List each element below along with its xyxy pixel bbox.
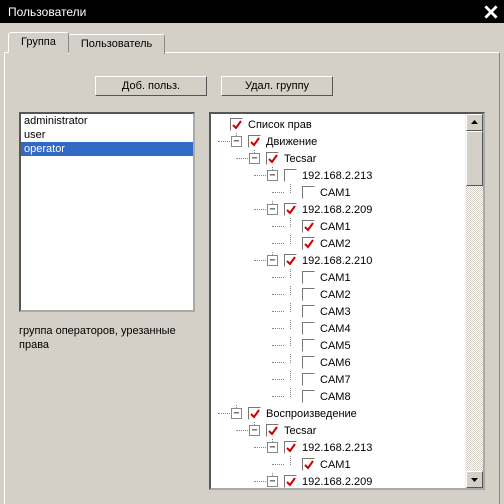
tree-expander (285, 459, 296, 470)
tree-expander[interactable]: − (267, 204, 278, 215)
tree-checkbox[interactable] (266, 152, 279, 165)
tree-checkbox[interactable] (302, 186, 315, 199)
window-title: Пользователи (8, 5, 86, 19)
chevron-down-icon (471, 476, 478, 483)
tree-expander[interactable]: − (267, 476, 278, 487)
tree-expander (285, 272, 296, 283)
tree-node-label[interactable]: Воспроизведение (264, 408, 359, 420)
scroll-up-button[interactable] (466, 114, 483, 131)
tree-expander (285, 391, 296, 402)
tree-node-label[interactable]: CAM4 (318, 323, 353, 335)
tree-expander (285, 340, 296, 351)
tree-node-label[interactable]: Tecsar (282, 425, 318, 437)
tree-checkbox[interactable] (284, 254, 297, 267)
tree-expander[interactable]: − (249, 425, 260, 436)
tree-checkbox[interactable] (302, 458, 315, 471)
tree-node-label[interactable]: CAM1 (318, 459, 353, 471)
add-user-button[interactable]: Доб. польз. (95, 76, 207, 96)
tree-checkbox[interactable] (302, 322, 315, 335)
tree-checkbox[interactable] (302, 220, 315, 233)
tree-expander[interactable]: − (267, 442, 278, 453)
tree-checkbox[interactable] (230, 118, 243, 131)
add-user-button-label: Доб. польз. (122, 80, 180, 92)
tree-node-label[interactable]: CAM6 (318, 357, 353, 369)
tree-node-label[interactable]: CAM2 (318, 238, 353, 250)
title-bar: Пользователи (0, 0, 504, 23)
tree-checkbox[interactable] (302, 356, 315, 369)
scroll-down-button[interactable] (466, 471, 483, 488)
tree-node-label[interactable]: 192.168.2.213 (300, 170, 374, 182)
left-column: administratoruseroperator группа операто… (19, 112, 195, 490)
tree-expander (285, 374, 296, 385)
close-button[interactable] (482, 3, 500, 21)
group-listbox[interactable]: administratoruseroperator (19, 112, 195, 312)
tree-node-label[interactable]: 192.168.2.213 (300, 442, 374, 454)
tree-node-label[interactable]: 192.168.2.209 (300, 476, 374, 488)
tab-group[interactable]: Группа (8, 32, 69, 53)
tree-node-label[interactable]: 192.168.2.210 (300, 255, 374, 267)
tree-checkbox[interactable] (302, 288, 315, 301)
tree-node-label[interactable]: CAM1 (318, 272, 353, 284)
tree-expander (285, 221, 296, 232)
tree-expander (285, 238, 296, 249)
permissions-panel: Список прав−Движение−Tecsar−192.168.2.21… (209, 112, 485, 490)
tree-expander (285, 187, 296, 198)
tab-strip: Группа Пользователь (8, 31, 504, 52)
tree-checkbox[interactable] (284, 169, 297, 182)
tab-user[interactable]: Пользователь (68, 34, 165, 54)
tree-node-label[interactable]: CAM2 (318, 289, 353, 301)
tree-node-label[interactable]: CAM5 (318, 340, 353, 352)
tab-panel: Доб. польз. Удал. группу administratorus… (4, 52, 500, 504)
tree-expander (285, 323, 296, 334)
tab-group-label: Группа (21, 36, 56, 48)
tree-node-label[interactable]: CAM8 (318, 391, 353, 403)
tree-expander (285, 357, 296, 368)
tree-checkbox[interactable] (284, 203, 297, 216)
tree-expander[interactable]: − (249, 153, 260, 164)
tree-checkbox[interactable] (302, 390, 315, 403)
tree-expander (213, 119, 224, 130)
chevron-up-icon (471, 119, 478, 126)
delete-group-button[interactable]: Удал. группу (221, 76, 333, 96)
vertical-scrollbar[interactable] (465, 114, 483, 488)
group-list-item[interactable]: administrator (21, 114, 193, 128)
tree-expander[interactable]: − (267, 170, 278, 181)
delete-group-button-label: Удал. группу (245, 80, 309, 92)
tree-expander[interactable]: − (231, 408, 242, 419)
group-list-item[interactable]: operator (21, 142, 193, 156)
tree-node-label[interactable]: Движение (264, 136, 319, 148)
tree-checkbox[interactable] (248, 135, 261, 148)
group-description: группа операторов, урезанные права (19, 324, 195, 352)
tree-expander (285, 306, 296, 317)
users-dialog: Пользователи Группа Пользователь Доб. по… (0, 0, 504, 504)
tree-expander[interactable]: − (267, 255, 278, 266)
tree-node-label[interactable]: Список прав (246, 119, 314, 131)
tree-checkbox[interactable] (302, 271, 315, 284)
scrollbar-thumb[interactable] (466, 131, 483, 186)
button-row: Доб. польз. Удал. группу (95, 76, 485, 96)
tree-expander[interactable]: − (231, 136, 242, 147)
tree-node-label[interactable]: CAM1 (318, 187, 353, 199)
tree-node-label[interactable]: CAM7 (318, 374, 353, 386)
tree-checkbox[interactable] (284, 475, 297, 488)
tree-expander (285, 289, 296, 300)
close-icon (484, 5, 498, 19)
tree-checkbox[interactable] (302, 237, 315, 250)
tree-checkbox[interactable] (302, 339, 315, 352)
group-list-item[interactable]: user (21, 128, 193, 142)
tree-checkbox[interactable] (248, 407, 261, 420)
tree-node-label[interactable]: CAM1 (318, 221, 353, 233)
tree-checkbox[interactable] (284, 441, 297, 454)
tree-checkbox[interactable] (302, 373, 315, 386)
tree-node-label[interactable]: CAM3 (318, 306, 353, 318)
tree-node-label[interactable]: 192.168.2.209 (300, 204, 374, 216)
tree-checkbox[interactable] (266, 424, 279, 437)
tree-node-label[interactable]: Tecsar (282, 153, 318, 165)
tab-user-label: Пользователь (81, 38, 152, 50)
permissions-tree[interactable]: Список прав−Движение−Tecsar−192.168.2.21… (211, 114, 465, 488)
tree-checkbox[interactable] (302, 305, 315, 318)
